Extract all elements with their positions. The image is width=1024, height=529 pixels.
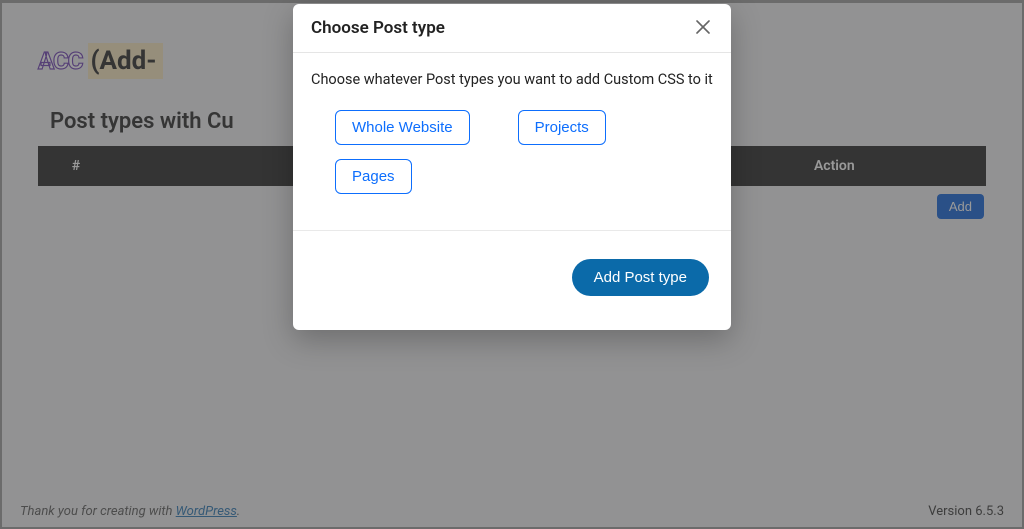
modal-title: Choose Post type [311,18,445,38]
modal-body: Choose whatever Post types you want to a… [293,53,731,230]
modal-description: Choose whatever Post types you want to a… [311,71,713,88]
add-post-type-button[interactable]: Add Post type [572,259,709,296]
post-type-options: Whole Website Projects Pages [311,110,713,218]
modal-footer: Add Post type [293,231,731,330]
option-pages[interactable]: Pages [335,159,412,194]
choose-post-type-modal: Choose Post type Choose whatever Post ty… [293,4,731,330]
modal-overlay: Choose Post type Choose whatever Post ty… [0,0,1024,529]
option-projects[interactable]: Projects [518,110,606,145]
option-whole-website[interactable]: Whole Website [335,110,470,145]
modal-header: Choose Post type [293,4,731,53]
close-button[interactable] [693,18,713,38]
close-icon [696,18,710,39]
